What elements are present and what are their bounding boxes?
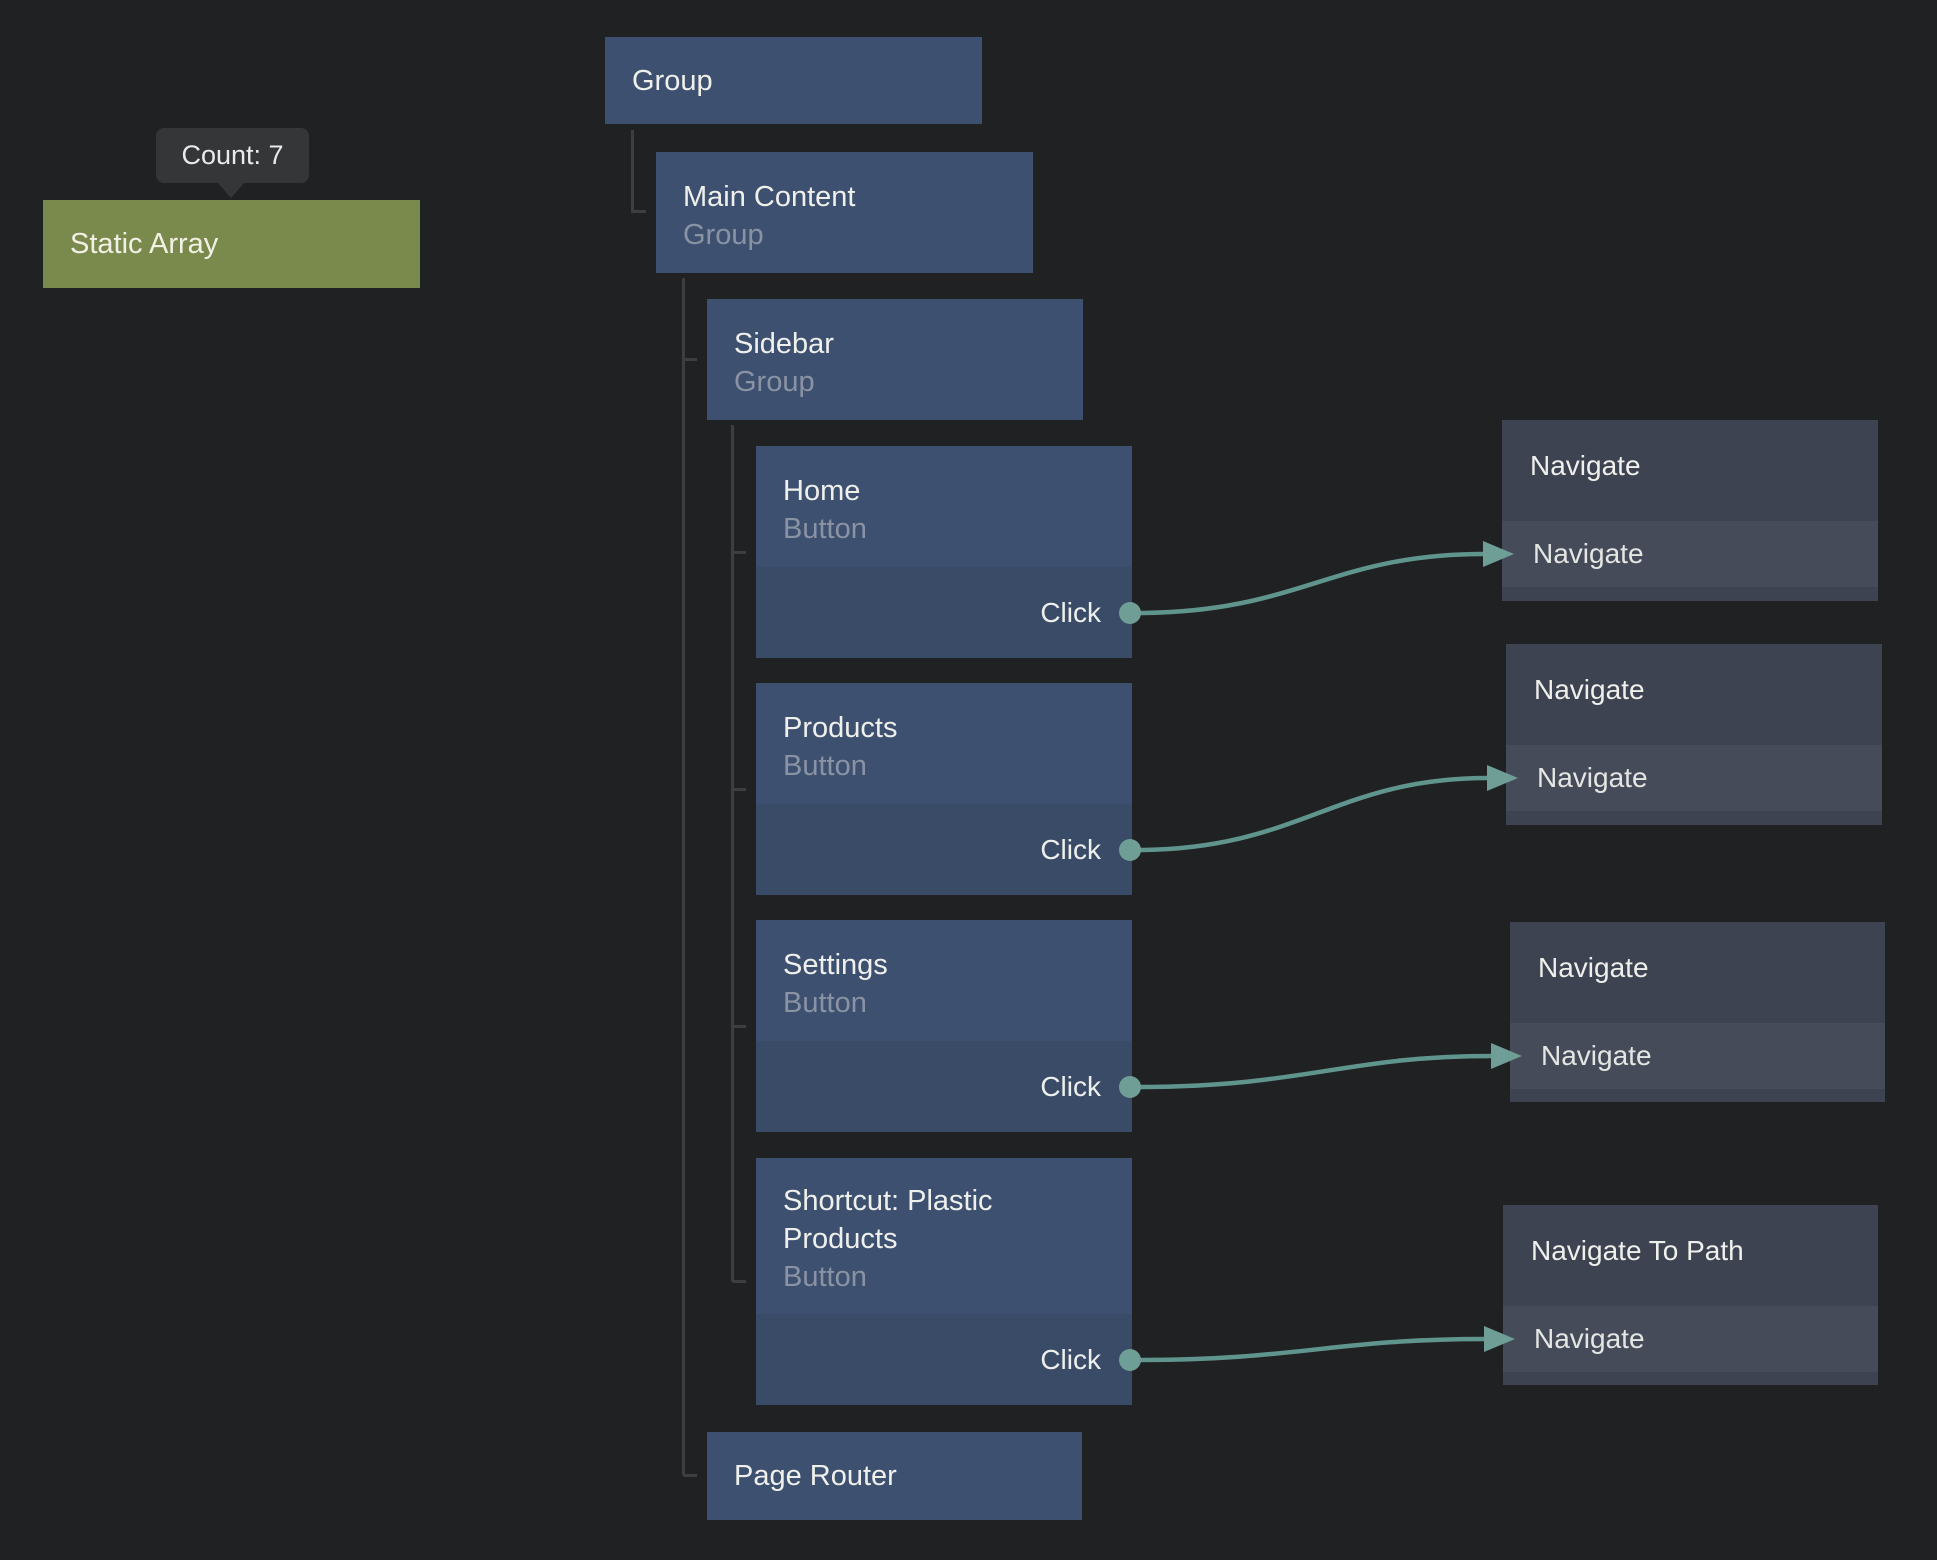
wire-shortcut-to-navigate-to-path[interactable]	[1136, 1326, 1515, 1360]
navigate-to-path-input-arrow-icon	[1484, 1326, 1515, 1352]
node-graph-canvas: Count: 7 Static Array Group Main Content…	[0, 0, 1937, 1560]
shortcut-click-output-pin[interactable]	[1119, 1349, 1141, 1371]
wire-settings-to-navigate-3[interactable]	[1136, 1043, 1522, 1087]
home-click-output-pin[interactable]	[1119, 602, 1141, 624]
wire-layer	[0, 0, 1937, 1560]
wire-products-to-navigate-2[interactable]	[1136, 765, 1518, 850]
navigate-1-input-arrow-icon	[1483, 541, 1514, 567]
navigate-3-input-arrow-icon	[1491, 1043, 1522, 1069]
wire-home-to-navigate-1[interactable]	[1136, 541, 1514, 613]
settings-click-output-pin[interactable]	[1119, 1076, 1141, 1098]
products-click-output-pin[interactable]	[1119, 839, 1141, 861]
navigate-2-input-arrow-icon	[1487, 765, 1518, 791]
